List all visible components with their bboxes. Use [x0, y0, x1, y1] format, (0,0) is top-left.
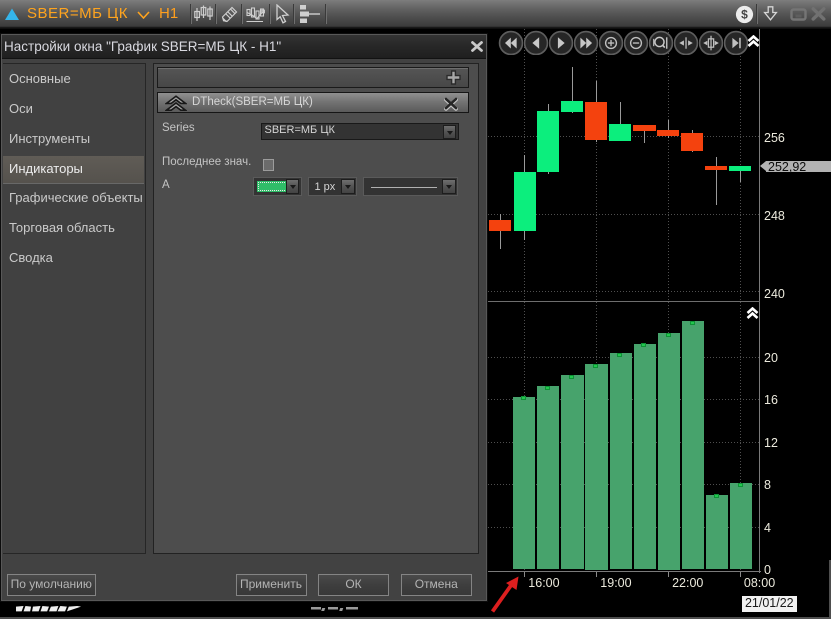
svg-text:$: $ — [741, 8, 748, 22]
